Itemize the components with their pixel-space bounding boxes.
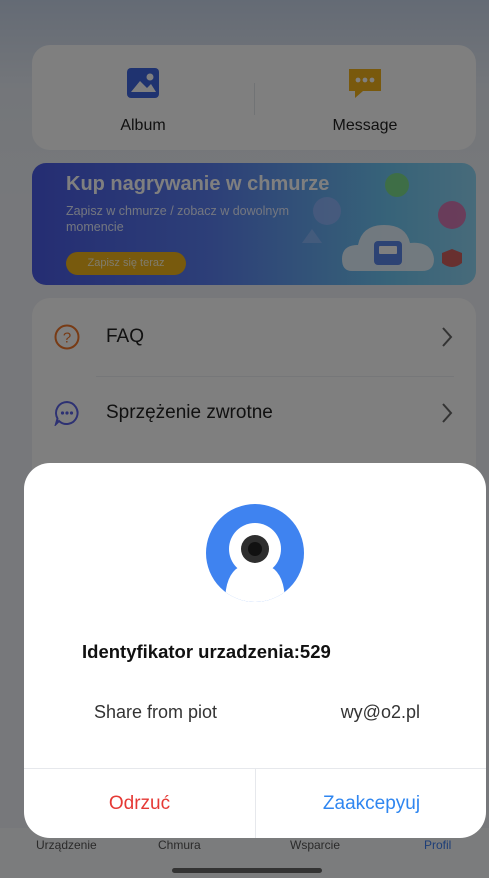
share-invite-dialog: Identyfikator urzadzenia:529 Share from … <box>24 463 486 838</box>
reject-button[interactable]: Odrzuć <box>24 769 255 838</box>
home-indicator[interactable] <box>172 868 322 873</box>
device-id-text: Identyfikator urzadzenia:529 <box>82 641 331 662</box>
accept-button[interactable]: Zaakcepyuj <box>256 769 486 838</box>
camera-icon <box>206 504 304 602</box>
profile-screen: Album Message Kup nagrywanie w chmurze Z… <box>0 0 489 878</box>
share-from-label: Share from piot <box>94 702 218 722</box>
share-email: wy@o2.pl <box>340 702 420 722</box>
